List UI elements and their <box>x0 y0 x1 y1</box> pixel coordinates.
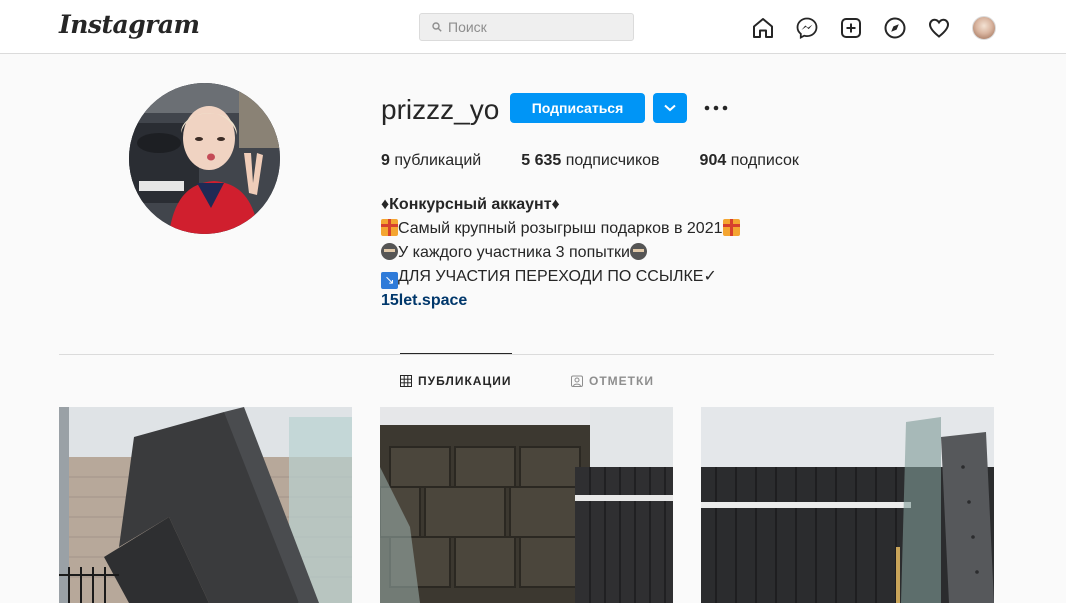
new-post-icon[interactable] <box>838 15 864 41</box>
tabs-divider <box>59 354 994 355</box>
profile-picture[interactable] <box>129 83 280 234</box>
arrow-down-right-icon: ↘ <box>381 272 398 289</box>
posts-count: 9 публикаций <box>381 152 482 169</box>
bio-name: ♦Конкурсный аккаунт♦ <box>381 196 560 213</box>
gift-icon <box>381 219 398 236</box>
followers-count[interactable]: 5 635 подписчиков <box>521 152 659 170</box>
activity-heart-icon[interactable] <box>926 15 952 41</box>
explore-icon[interactable] <box>882 15 908 41</box>
profile-avatar[interactable] <box>971 15 997 41</box>
ninja-icon <box>630 243 647 260</box>
profile-stats: 9 публикаций 5 635 подписчиков 904 подпи… <box>381 152 839 170</box>
top-nav-bar: Instagram <box>0 0 1066 54</box>
profile-username: prizzz_yo <box>381 94 500 125</box>
search-input[interactable] <box>448 19 618 35</box>
tagged-person-icon <box>571 375 583 387</box>
following-count[interactable]: 904 подписок <box>700 152 799 170</box>
bio-line: Самый крупный розыгрыш подарков в 2021 <box>381 217 740 241</box>
gift-icon <box>722 219 740 236</box>
tab-posts[interactable]: ПУБЛИКАЦИИ <box>400 374 511 388</box>
grid-icon <box>400 375 412 387</box>
more-options-button[interactable] <box>703 100 729 116</box>
search-box[interactable] <box>419 13 634 41</box>
more-options-icon <box>704 105 728 111</box>
search-icon <box>432 22 442 32</box>
profile-bio: ♦Конкурсный аккаунт♦ Самый крупный розыг… <box>381 193 740 313</box>
post-thumbnail[interactable] <box>701 407 994 603</box>
home-icon[interactable] <box>750 15 776 41</box>
active-tab-indicator <box>400 353 512 354</box>
follow-button[interactable]: Подписаться <box>510 93 645 123</box>
nav-icons <box>750 15 1000 41</box>
chevron-down-icon <box>664 104 676 112</box>
post-thumbnail[interactable] <box>59 407 352 603</box>
tab-tagged[interactable]: ОТМЕТКИ <box>571 374 654 388</box>
suggested-accounts-button[interactable] <box>653 93 687 123</box>
messenger-icon[interactable] <box>794 15 820 41</box>
bio-link[interactable]: 15let.space <box>381 292 467 309</box>
post-thumbnail[interactable] <box>380 407 673 603</box>
ninja-icon <box>381 243 398 260</box>
instagram-logo[interactable]: Instagram <box>59 10 200 39</box>
bio-line: ↘ ДЛЯ УЧАСТИЯ ПЕРЕХОДИ ПО ССЫЛКЕ✓ <box>381 265 740 289</box>
bio-line: У каждого участника 3 попытки <box>381 241 740 265</box>
